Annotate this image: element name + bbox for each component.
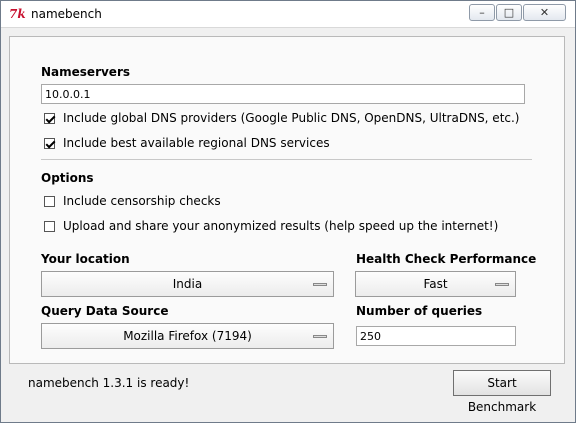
include-global-row[interactable]: Include global DNS providers (Google Pub… (44, 111, 520, 125)
close-button[interactable]: ✕ (523, 4, 566, 21)
query-source-heading: Query Data Source (41, 304, 169, 318)
num-queries-input[interactable] (356, 326, 516, 346)
upload-results-checkbox[interactable] (44, 220, 55, 232)
window-title: namebench (31, 7, 102, 21)
query-source-select[interactable]: Mozilla Firefox (7194) (41, 323, 334, 349)
nameservers-heading: Nameservers (41, 65, 131, 79)
upload-results-row[interactable]: Upload and share your anonymized results… (44, 219, 498, 233)
status-message: namebench 1.3.1 is ready! (28, 376, 190, 390)
location-heading: Your location (41, 252, 130, 266)
dropdown-indicator-icon (313, 283, 327, 286)
include-regional-row[interactable]: Include best available regional DNS serv… (44, 136, 330, 150)
dropdown-indicator-icon (313, 335, 327, 338)
options-heading: Options (41, 171, 94, 185)
include-global-label: Include global DNS providers (Google Pub… (63, 111, 520, 125)
dropdown-indicator-icon (495, 283, 509, 286)
minimize-button[interactable]: – (469, 4, 495, 21)
title-bar[interactable]: 7k namebench – □ ✕ (1, 1, 575, 28)
health-check-heading: Health Check Performance (356, 252, 537, 266)
query-source-selected-value: Mozilla Firefox (7194) (123, 329, 252, 343)
nameservers-input[interactable] (41, 84, 525, 104)
namebench-app-icon: 7k (9, 7, 26, 21)
maximize-button[interactable]: □ (496, 4, 522, 21)
section-divider (41, 159, 532, 160)
censorship-checkbox[interactable] (44, 195, 55, 207)
censorship-row[interactable]: Include censorship checks (44, 194, 221, 208)
include-global-checkbox[interactable] (44, 112, 55, 124)
num-queries-heading: Number of queries (356, 304, 483, 318)
upload-results-label: Upload and share your anonymized results… (63, 219, 499, 233)
health-check-select[interactable]: Fast (355, 271, 516, 297)
location-select[interactable]: India (41, 271, 334, 297)
app-window: 7k namebench – □ ✕ Nameservers Include g… (0, 0, 576, 423)
include-regional-label: Include best available regional DNS serv… (63, 136, 330, 150)
include-regional-checkbox[interactable] (44, 137, 55, 149)
censorship-label: Include censorship checks (63, 194, 221, 208)
health-check-selected-value: Fast (423, 277, 448, 291)
start-benchmark-button[interactable]: Start Benchmark (453, 370, 551, 414)
location-selected-value: India (172, 277, 203, 291)
